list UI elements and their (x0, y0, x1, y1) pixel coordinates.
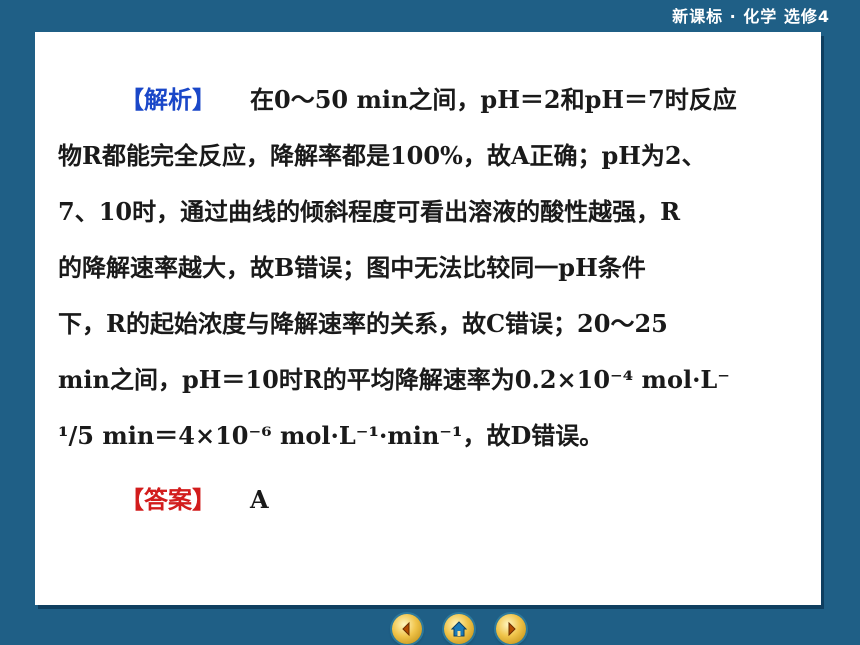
answer-value: A (250, 485, 269, 514)
analysis-line-5: 下，R的起始浓度与降解速率的关系，故C错误；20～25 (58, 309, 668, 338)
analysis-tag: 【解析】 (120, 85, 216, 114)
slide-nav (392, 614, 526, 644)
answer-tag: 【答案】 (120, 485, 216, 514)
prev-icon (402, 621, 410, 637)
analysis-line-1: 【解析】 在0～50 min之间，pH＝2和pH＝7时反应 (58, 72, 818, 128)
analysis-line-4: 的降解速率越大，故B错误；图中无法比较同一pH条件 (58, 253, 646, 282)
analysis-paragraph: 【解析】 在0～50 min之间，pH＝2和pH＝7时反应 物R都能完全反应，降解… (58, 72, 818, 464)
home-button[interactable] (444, 614, 474, 644)
next-button[interactable] (496, 614, 526, 644)
next-icon (508, 621, 516, 637)
home-icon (450, 621, 468, 637)
analysis-line-1-text: 在0～50 min之间，pH＝2和pH＝7时反应 (250, 85, 737, 114)
analysis-line-2: 物R都能完全反应，降解率都是100%，故A正确；pH为2、 (58, 141, 706, 170)
analysis-line-3: 7、10时，通过曲线的倾斜程度可看出溶液的酸性越强，R (58, 197, 681, 226)
analysis-line-6: min之间，pH＝10时R的平均降解速率为0.2×10⁻⁴ mol·L⁻ (58, 365, 730, 394)
prev-button[interactable] (392, 614, 422, 644)
header-title: 新课标 · 化学 选修4 (672, 7, 830, 26)
analysis-line-7: ¹/5 min＝4×10⁻⁶ mol·L⁻¹·min⁻¹，故D错误。 (58, 421, 604, 450)
answer-line: 【答案】 A (120, 480, 269, 515)
